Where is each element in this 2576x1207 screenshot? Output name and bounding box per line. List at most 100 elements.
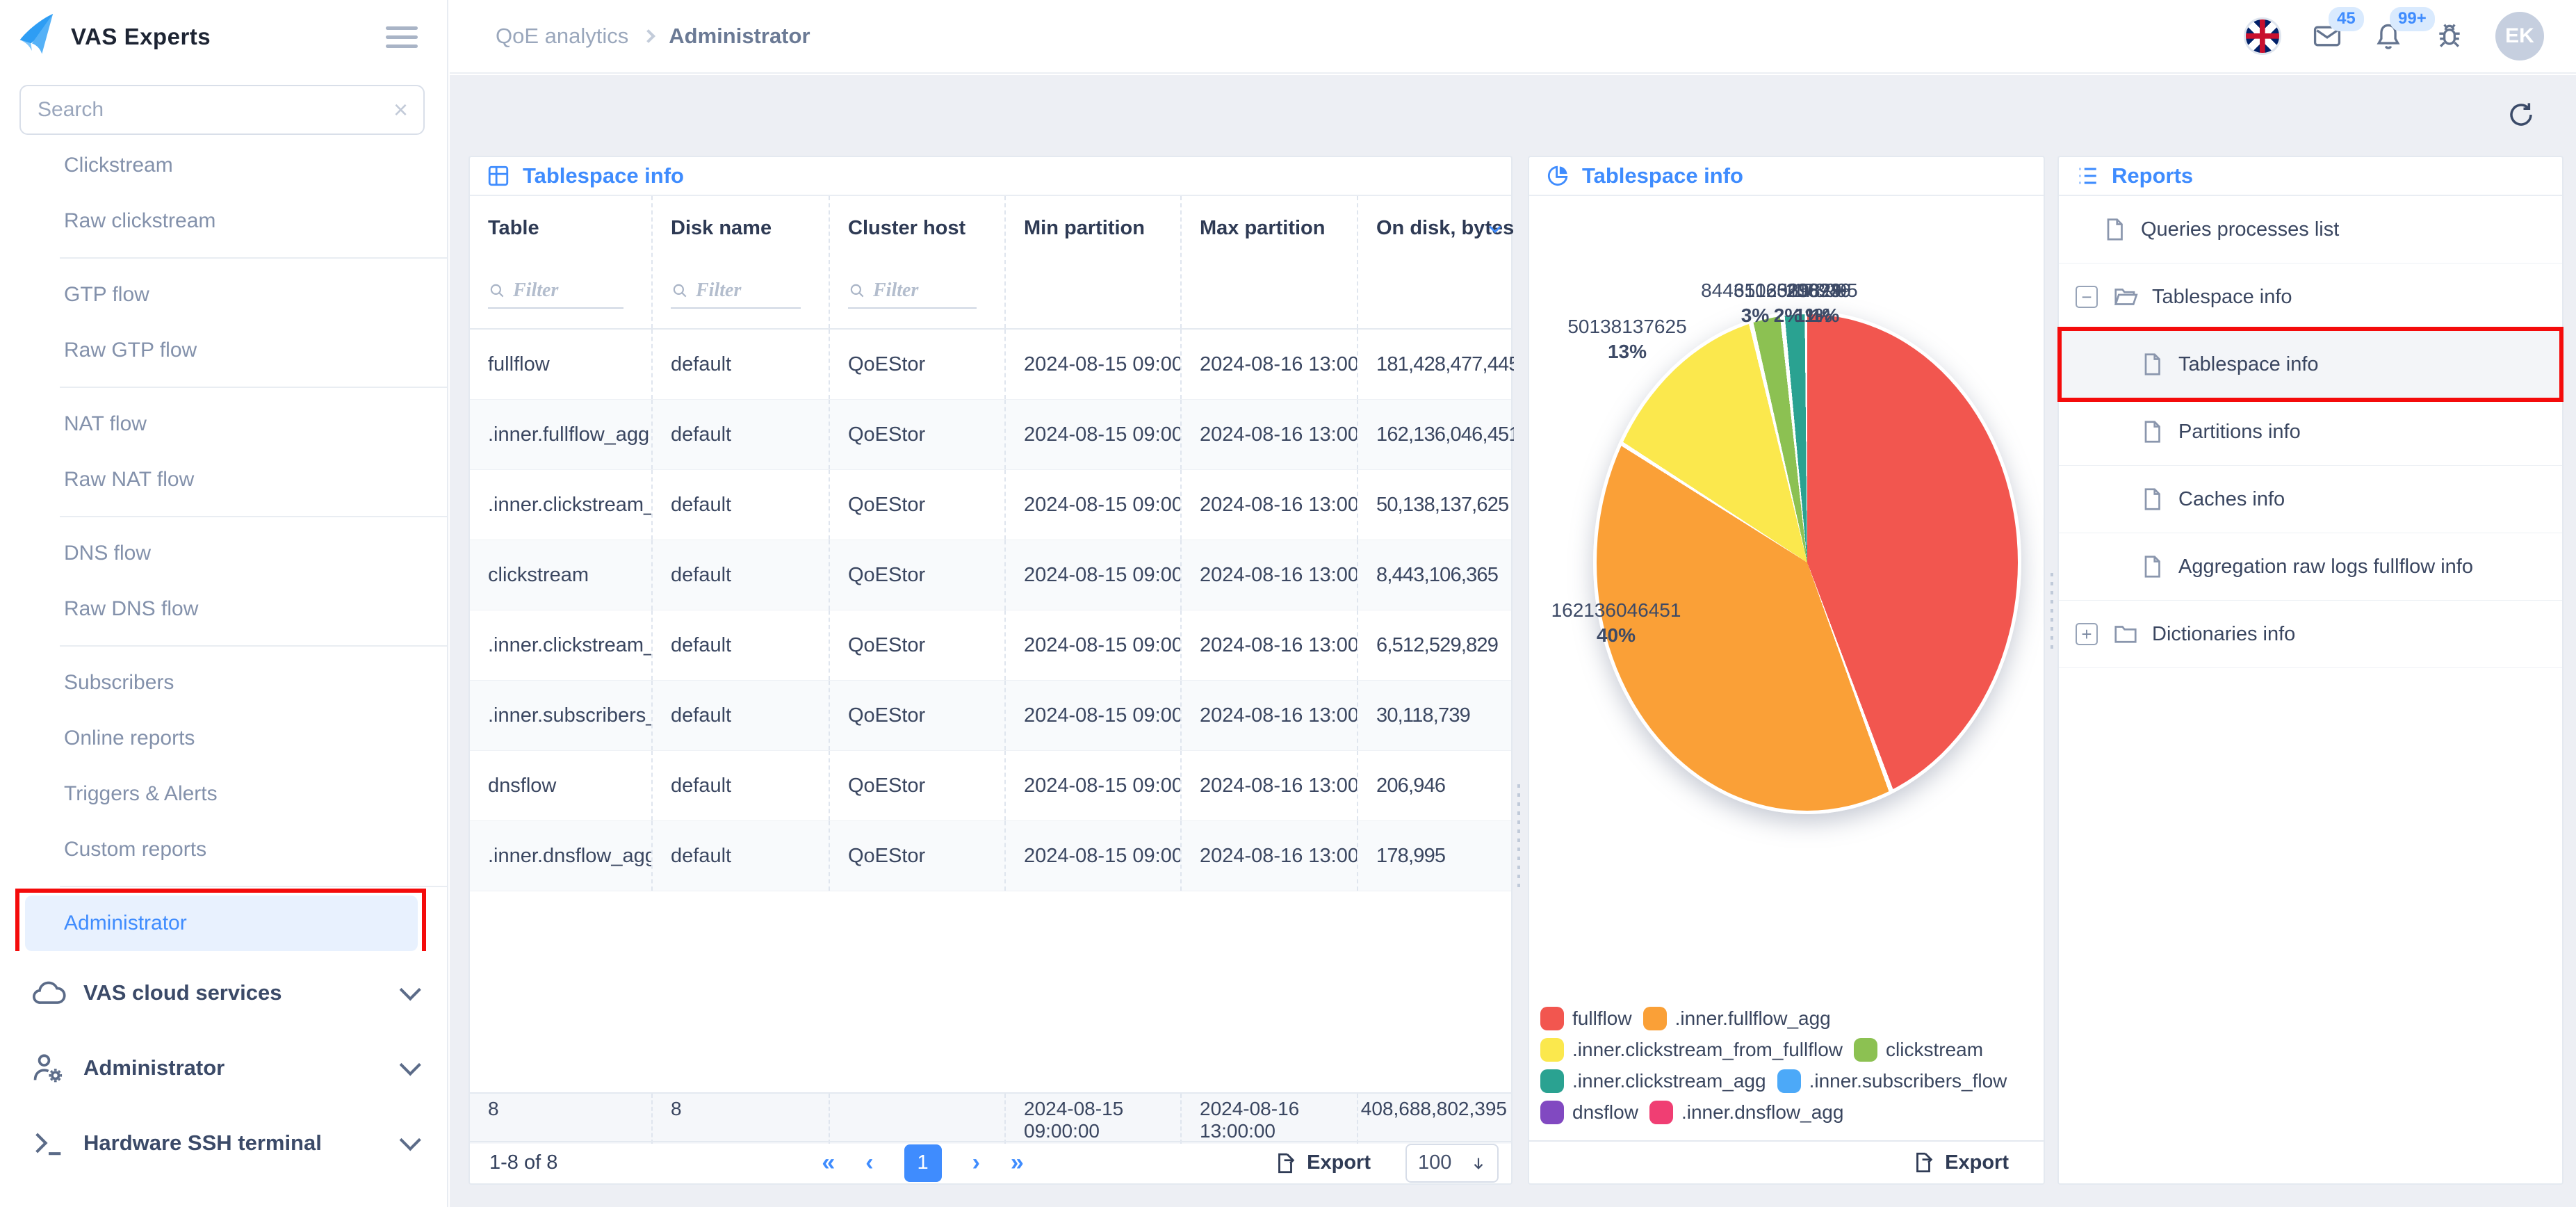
tree-item-dictionaries-info[interactable]: +Dictionaries info xyxy=(2059,601,2562,668)
pie-export-button[interactable]: Export xyxy=(1911,1151,2009,1174)
column-header-disk-name[interactable]: Disk nameFilter xyxy=(651,196,829,328)
sidebar-item-online-reports[interactable]: Online reports xyxy=(25,711,418,766)
first-page-button[interactable]: « xyxy=(822,1149,835,1176)
table-cell: dnsflow xyxy=(470,751,651,820)
table-row[interactable]: .inner.dnsflow_aggdefaultQoEStor2024-08-… xyxy=(470,821,1511,891)
tree-toggle-icon[interactable]: − xyxy=(2076,286,2098,308)
table-row[interactable]: dnsflowdefaultQoEStor2024-08-15 09:00:00… xyxy=(470,751,1511,821)
legend-item[interactable]: .inner.fullflow_agg xyxy=(1643,1007,1831,1030)
legend-item[interactable]: .inner.subscribers_flow xyxy=(1777,1069,2007,1093)
table-export-button[interactable]: Export xyxy=(1273,1151,1371,1175)
legend-item[interactable]: fullflow xyxy=(1540,1007,1632,1030)
app-root: VAS Experts × ClickstreamRaw clickstream… xyxy=(0,0,2576,1207)
sidebar-group-hardware-ssh-terminal[interactable]: Hardware SSH terminal xyxy=(0,1105,447,1181)
avatar[interactable]: EK xyxy=(2495,12,2544,60)
prev-page-button[interactable]: ‹ xyxy=(865,1149,873,1176)
sidebar-group-vas-cloud-services[interactable]: VAS cloud services xyxy=(0,955,447,1030)
sidebar-item-nat-flow[interactable]: NAT flow xyxy=(25,396,418,452)
tree-item-tablespace-info[interactable]: Tablespace info xyxy=(2059,331,2562,398)
reports-panel-title: Reports xyxy=(2112,163,2193,188)
table-cell: 6,512,529,829 xyxy=(1357,610,1514,680)
table-row[interactable]: .inner.fullflow_aggdefaultQoEStor2024-08… xyxy=(470,400,1511,470)
table-cell: 162,136,046,451 xyxy=(1357,400,1514,469)
sidebar-item-dns-flow[interactable]: DNS flow xyxy=(25,526,418,581)
legend-item[interactable]: .inner.clickstream_from_fullflow xyxy=(1540,1038,1843,1062)
table-row[interactable]: .inner.clickstream_aggdefaultQoEStor2024… xyxy=(470,610,1511,681)
tree-toggle-icon[interactable]: + xyxy=(2076,623,2098,645)
breadcrumb-root[interactable]: QoE analytics xyxy=(496,24,628,49)
tree-item-tablespace-info[interactable]: −Tablespace info xyxy=(2059,264,2562,331)
sidebar-item-label: Raw GTP flow xyxy=(64,339,197,362)
sidebar-item-clickstream[interactable]: Clickstream xyxy=(25,156,418,193)
search-clear-icon[interactable]: × xyxy=(393,97,423,122)
table-cell: .inner.subscribers_flow xyxy=(470,681,651,750)
column-filter-input[interactable]: Filter xyxy=(488,280,623,309)
language-flag-icon[interactable] xyxy=(2244,17,2281,55)
pie-chart[interactable] xyxy=(1593,311,2021,814)
sidebar-item-custom-reports[interactable]: Custom reports xyxy=(25,822,418,877)
table-cell: 2024-08-16 13:00:00 xyxy=(1180,610,1357,680)
column-filter-input[interactable]: Filter xyxy=(848,280,977,309)
table-row[interactable]: .inner.clickstream_from_fullflowdefaultQ… xyxy=(470,470,1511,540)
cloud-icon xyxy=(31,975,67,1011)
legend-item[interactable]: .inner.clickstream_agg xyxy=(1540,1069,1766,1093)
sidebar-item-subscribers[interactable]: Subscribers xyxy=(25,655,418,711)
sidebar: VAS Experts × ClickstreamRaw clickstream… xyxy=(0,0,448,1207)
column-header-max-partition[interactable]: Max partition xyxy=(1180,196,1357,328)
table-row[interactable]: .inner.subscribers_flowdefaultQoEStor202… xyxy=(470,681,1511,751)
tree-item-caches-info[interactable]: Caches info xyxy=(2059,466,2562,533)
legend-item[interactable]: dnsflow xyxy=(1540,1101,1638,1124)
column-header-cluster-host[interactable]: Cluster hostFilter xyxy=(829,196,1004,328)
column-header-min-partition[interactable]: Min partition xyxy=(1004,196,1180,328)
last-page-button[interactable]: » xyxy=(1011,1149,1024,1176)
column-filter-input[interactable]: Filter xyxy=(671,280,801,309)
page-1-button[interactable]: 1 xyxy=(904,1144,942,1182)
legend-item[interactable]: clickstream xyxy=(1854,1038,1983,1062)
table-cell: 2024-08-15 09:00:00 xyxy=(1004,330,1180,399)
sidebar-item-raw-nat-flow[interactable]: Raw NAT flow xyxy=(25,452,418,508)
sidebar-item-gtp-flow[interactable]: GTP flow xyxy=(25,267,418,323)
sidebar-item-raw-clickstream[interactable]: Raw clickstream xyxy=(25,193,418,249)
next-page-button[interactable]: › xyxy=(972,1149,980,1176)
column-header-on-disk-bytes[interactable]: On disk, bytes xyxy=(1357,196,1514,328)
sidebar-item-raw-dns-flow[interactable]: Raw DNS flow xyxy=(25,581,418,637)
table-cell: 2024-08-15 09:00:00 xyxy=(1004,821,1180,891)
sidebar-item-administrator[interactable]: Administrator xyxy=(25,896,418,951)
tree-item-label: Caches info xyxy=(2178,488,2285,511)
sidebar-group-administrator[interactable]: Administrator xyxy=(0,1030,447,1105)
refresh-icon[interactable] xyxy=(2506,100,2536,133)
menu-toggle-icon[interactable] xyxy=(386,21,418,54)
sidebar-item-triggers-alerts[interactable]: Triggers & Alerts xyxy=(25,766,418,822)
sidebar-item-label: Raw clickstream xyxy=(64,209,215,233)
sidebar-item-label: Custom reports xyxy=(64,838,206,861)
legend-swatch xyxy=(1540,1038,1564,1062)
sidebar-divider xyxy=(60,387,447,388)
document-icon xyxy=(2139,487,2165,512)
chevron-down-icon xyxy=(400,979,421,1001)
tree-item-queries-processes-list[interactable]: Queries processes list xyxy=(2059,196,2562,264)
pie-label-percent: 40% xyxy=(1529,623,1703,648)
tree-item-partitions-info[interactable]: Partitions info xyxy=(2059,398,2562,466)
tree-item-aggregation-raw-logs-fullflow-info[interactable]: Aggregation raw logs fullflow info xyxy=(2059,533,2562,601)
table-cell: 2024-08-15 09:00:00 xyxy=(1004,751,1180,820)
filter-placeholder: Filter xyxy=(873,280,918,302)
column-header-table[interactable]: TableFilter xyxy=(470,196,651,328)
table-row[interactable]: clickstreamdefaultQoEStor2024-08-15 09:0… xyxy=(470,540,1511,610)
panel-resize-handle[interactable] xyxy=(1515,784,1523,889)
panel-resize-handle[interactable] xyxy=(2048,573,2056,649)
sidebar-divider xyxy=(60,516,447,517)
messages-button[interactable]: 45 xyxy=(2312,21,2342,51)
page-size-select[interactable]: 100 xyxy=(1405,1144,1499,1183)
legend-item[interactable]: .inner.dnsflow_agg xyxy=(1649,1101,1844,1124)
legend-label: .inner.subscribers_flow xyxy=(1809,1070,2007,1092)
table-cell: 2024-08-16 13:00:00 xyxy=(1180,540,1357,610)
pie-panel-title: Tablespace info xyxy=(1582,163,1743,188)
summary-cell xyxy=(829,1094,1004,1144)
sidebar-item-label: Raw NAT flow xyxy=(64,468,194,492)
table-row[interactable]: fullflowdefaultQoEStor2024-08-15 09:00:0… xyxy=(470,330,1511,400)
bug-report-button[interactable] xyxy=(2434,21,2465,51)
legend-label: dnsflow xyxy=(1572,1101,1638,1124)
search-input[interactable] xyxy=(21,98,393,122)
sidebar-item-raw-gtp-flow[interactable]: Raw GTP flow xyxy=(25,323,418,378)
notifications-button[interactable]: 99+ xyxy=(2373,21,2404,51)
